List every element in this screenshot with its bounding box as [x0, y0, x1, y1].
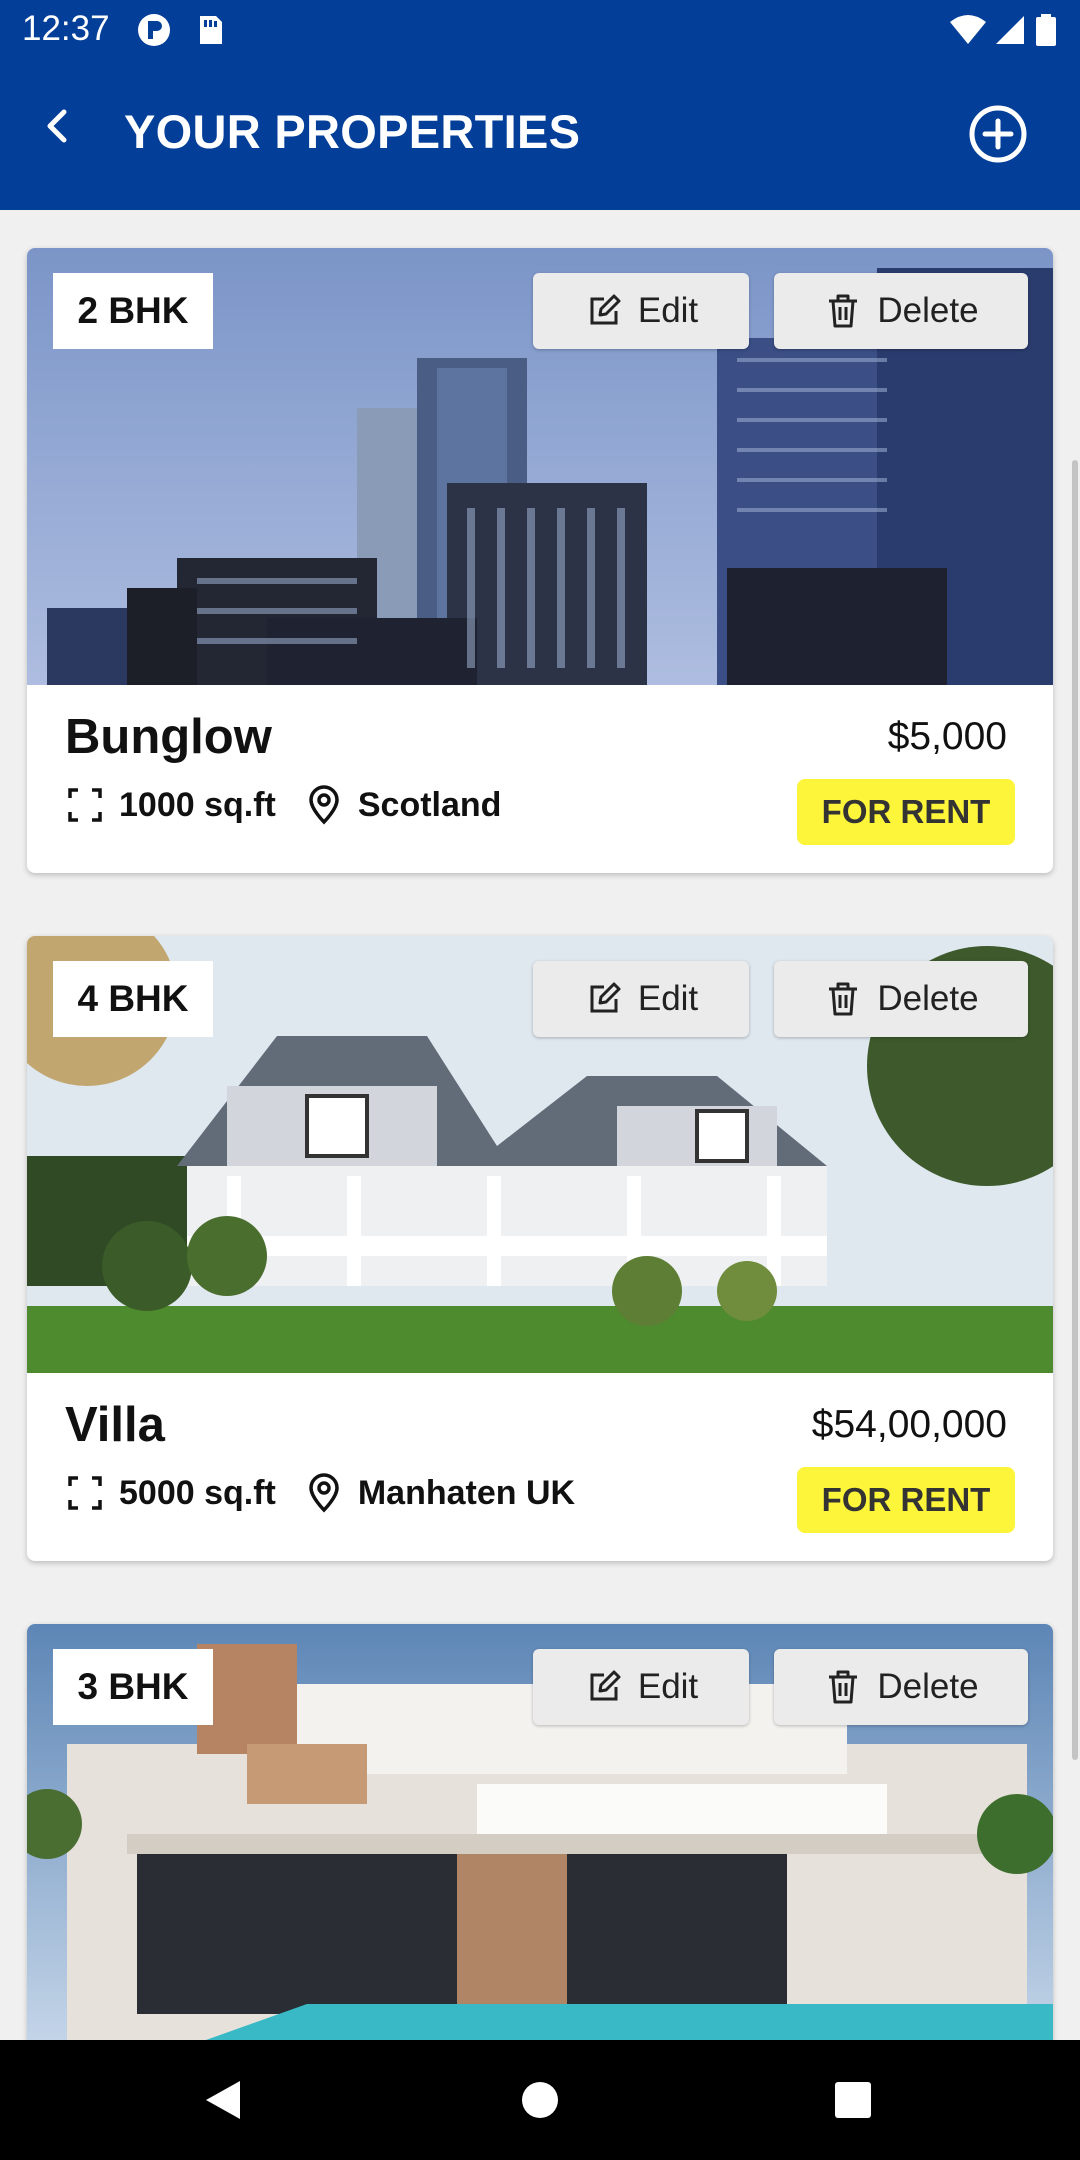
delete-button[interactable]: Delete: [774, 961, 1028, 1037]
delete-button[interactable]: Delete: [774, 273, 1028, 349]
edit-icon: [590, 1670, 621, 1701]
property-list[interactable]: 2 BHK Edit Delete Bunglow $5,000 1000 sq…: [0, 210, 1080, 2040]
area-icon: [68, 788, 102, 822]
back-arrow-icon[interactable]: [34, 102, 82, 150]
property-card[interactable]: 4 BHK Edit Delete Villa $54,00,000 5000 …: [27, 936, 1053, 1561]
property-name: Villa: [65, 1398, 165, 1452]
property-price: $5,000: [887, 715, 1007, 758]
wifi-icon: [950, 15, 986, 44]
app-bar: YOUR PROPERTIES: [0, 62, 1080, 210]
delete-button[interactable]: Delete: [774, 1649, 1028, 1725]
property-area: 1000 sq.ft: [119, 785, 276, 824]
nav-recents-icon[interactable]: [830, 2077, 876, 2123]
status-badge: FOR RENT: [797, 1467, 1015, 1533]
bhk-badge: 2 BHK: [53, 273, 213, 349]
signal-icon: [996, 16, 1024, 44]
page-title: YOUR PROPERTIES: [124, 105, 581, 158]
scrollbar[interactable]: [1072, 460, 1078, 1760]
location-pin-icon: [309, 1473, 339, 1513]
property-location: Manhaten UK: [357, 1473, 576, 1512]
system-nav-bar: [0, 2040, 1080, 2160]
delete-label: Delete: [877, 1667, 979, 1706]
property-meta: 5000 sq.ft Manhaten UK: [65, 1473, 575, 1513]
bhk-badge: 4 BHK: [53, 961, 213, 1037]
edit-label: Edit: [637, 291, 699, 330]
delete-label: Delete: [877, 291, 979, 330]
status-time: 12:37: [22, 9, 110, 48]
area-icon: [68, 1476, 102, 1510]
property-location: Scotland: [357, 785, 502, 824]
edit-button[interactable]: Edit: [533, 273, 749, 349]
add-circle-icon[interactable]: [968, 104, 1028, 164]
location-pin-icon: [309, 785, 339, 825]
edit-label: Edit: [637, 1667, 699, 1706]
property-meta: 1000 sq.ft Scotland: [65, 785, 501, 825]
nav-back-icon[interactable]: [200, 2077, 246, 2123]
battery-icon: [1036, 14, 1056, 46]
edit-icon: [590, 982, 621, 1013]
edit-icon: [590, 294, 621, 325]
status-bar: 12:37: [0, 0, 1080, 62]
status-badge: FOR RENT: [797, 779, 1015, 845]
property-price: $54,00,000: [811, 1403, 1007, 1446]
edit-label: Edit: [637, 979, 699, 1018]
sd-card-icon: [200, 16, 222, 44]
property-card[interactable]: 2 BHK Edit Delete Bunglow $5,000 1000 sq…: [27, 248, 1053, 873]
property-info: Bunglow $5,000 1000 sq.ft Scotland FOR R…: [27, 685, 1053, 873]
property-info: Villa $54,00,000 5000 sq.ft Manhaten UK …: [27, 1373, 1053, 1561]
delete-icon: [829, 1670, 858, 1704]
property-card[interactable]: 3 BHK Edit Delete: [27, 1624, 1053, 2040]
app-notification-icon: [138, 14, 170, 46]
edit-button[interactable]: Edit: [533, 961, 749, 1037]
property-name: Bunglow: [65, 710, 272, 764]
bhk-badge: 3 BHK: [53, 1649, 213, 1725]
delete-icon: [829, 294, 858, 328]
property-area: 5000 sq.ft: [119, 1473, 276, 1512]
edit-button[interactable]: Edit: [533, 1649, 749, 1725]
nav-home-icon[interactable]: [517, 2077, 563, 2123]
delete-label: Delete: [877, 979, 979, 1018]
delete-icon: [829, 982, 858, 1016]
